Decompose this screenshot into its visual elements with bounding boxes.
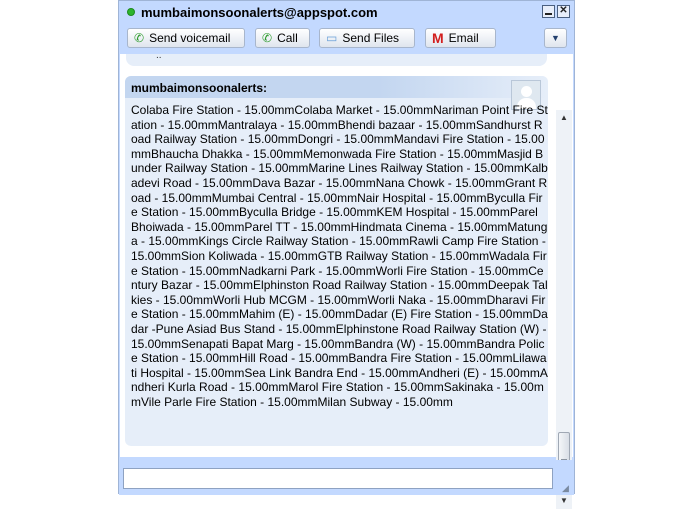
resize-grip-icon[interactable]: ◢ bbox=[562, 483, 572, 493]
message-bubble: mumbaimonsoonalerts: Colaba Fire Station… bbox=[125, 76, 548, 446]
chat-window: mumbaimonsoonalerts@appspot.com ✕ ✆ Send… bbox=[118, 0, 575, 509]
minimize-button[interactable] bbox=[542, 5, 555, 18]
minimize-icon bbox=[545, 13, 552, 15]
send-voicemail-label: Send voicemail bbox=[149, 31, 231, 45]
send-voicemail-button[interactable]: ✆ Send voicemail bbox=[127, 28, 245, 48]
chat-scrollbar[interactable]: ▲ ▼ bbox=[556, 110, 572, 509]
files-icon: ▭ bbox=[326, 31, 338, 45]
send-files-label: Send Files bbox=[342, 31, 400, 45]
title-bar[interactable]: mumbaimonsoonalerts@appspot.com ✕ bbox=[119, 1, 574, 23]
call-label: Call bbox=[277, 31, 298, 45]
email-label: Email bbox=[448, 31, 479, 45]
previous-message-fragment: .. bbox=[156, 50, 162, 61]
sender-header: mumbaimonsoonalerts: bbox=[125, 76, 548, 98]
scroll-down-arrow-icon[interactable]: ▼ bbox=[556, 493, 572, 509]
chat-log[interactable]: .. mumbaimonsoonalerts: Colaba Fire Stat… bbox=[120, 50, 573, 509]
previous-message-bubble: .. bbox=[126, 50, 547, 66]
message-input[interactable] bbox=[123, 468, 553, 489]
avatar-head-shape bbox=[521, 86, 532, 97]
scroll-up-arrow-icon[interactable]: ▲ bbox=[556, 110, 572, 126]
close-button[interactable]: ✕ bbox=[557, 5, 570, 18]
toolbar: ✆ Send voicemail ✆ Call ▭ Send Files M E… bbox=[119, 25, 574, 53]
gmail-icon: M bbox=[432, 30, 444, 46]
sender-name: mumbaimonsoonalerts: bbox=[131, 81, 268, 95]
online-status-icon bbox=[127, 8, 135, 16]
phone-icon: ✆ bbox=[134, 31, 145, 45]
call-button[interactable]: ✆ Call bbox=[255, 28, 310, 48]
compose-area: ◢ bbox=[119, 460, 574, 495]
window-title: mumbaimonsoonalerts@appspot.com bbox=[141, 5, 378, 20]
send-files-button[interactable]: ▭ Send Files bbox=[319, 28, 415, 48]
more-options-button[interactable]: ▼ bbox=[544, 28, 567, 48]
email-button[interactable]: M Email bbox=[425, 28, 496, 48]
message-text: Colaba Fire Station - 15.00mmColaba Mark… bbox=[131, 103, 548, 409]
phone-icon: ✆ bbox=[262, 31, 273, 45]
